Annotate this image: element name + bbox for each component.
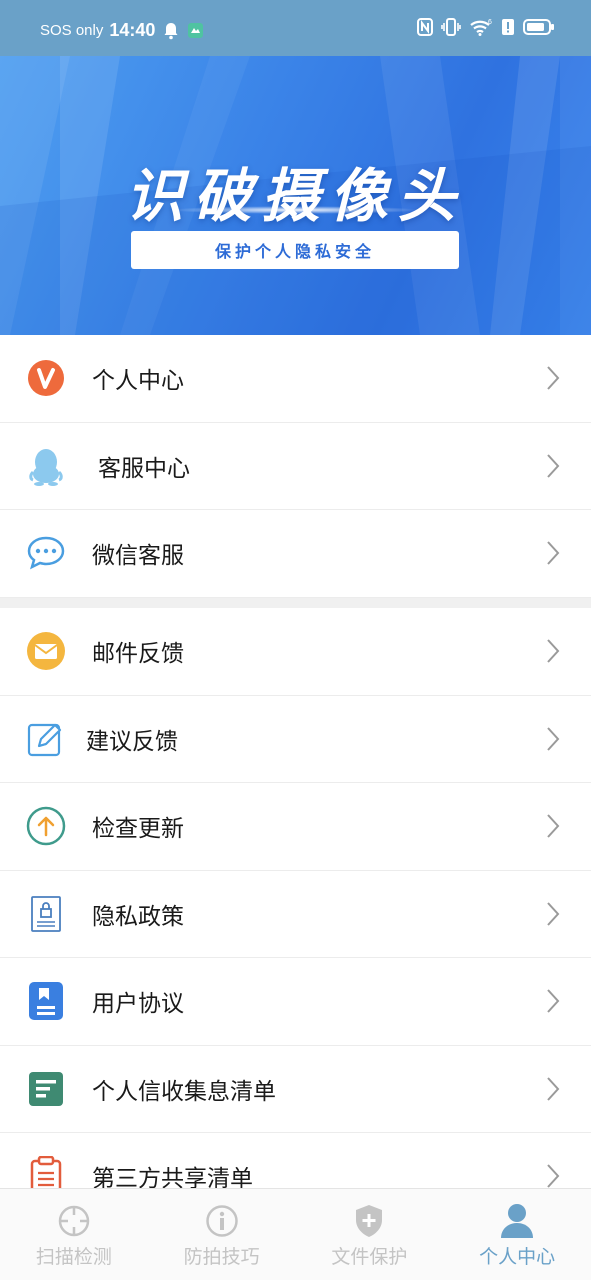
chevron-right-icon: [547, 1077, 560, 1101]
tab-label: 扫描检测: [35, 1246, 112, 1268]
chevron-right-icon: [547, 541, 560, 565]
chevron-right-icon: [547, 366, 560, 390]
alert-icon: [501, 18, 515, 36]
menu-item-label: 个人信收集息清单: [92, 1078, 276, 1105]
menu-item-personal-center[interactable]: 个人中心: [0, 335, 591, 423]
menu-item-wechat-service[interactable]: 微信客服: [0, 510, 591, 598]
app-notification-icon: [187, 22, 204, 39]
header-banner: 识破摄像头 保护个人隐私安全: [0, 56, 591, 335]
tab-personal-center[interactable]: 个人中心: [443, 1189, 591, 1280]
menu-item-personal-info-list[interactable]: 个人信收集息清单: [0, 1046, 591, 1133]
carrier-text: SOS only: [40, 22, 104, 39]
chevron-right-icon: [547, 1164, 560, 1188]
menu-item-check-update[interactable]: 检查更新: [0, 783, 591, 871]
nfc-icon: [417, 18, 433, 36]
chevron-right-icon: [547, 727, 560, 751]
status-bar: SOS only 14:40 6: [0, 0, 591, 56]
menu-item-label: 用户协议: [92, 991, 184, 1018]
menu-item-customer-service[interactable]: 客服中心: [0, 423, 591, 510]
battery-icon: [523, 18, 555, 36]
v-badge-icon: [26, 358, 66, 398]
tab-file-protection[interactable]: 文件保护: [296, 1189, 444, 1280]
penguin-icon: [26, 446, 66, 486]
shield-icon: [351, 1204, 387, 1238]
menu-item-user-agreement[interactable]: 用户协议: [0, 958, 591, 1046]
info-icon: [204, 1204, 240, 1238]
banner-glow: [170, 206, 420, 214]
edit-icon: [26, 719, 66, 759]
banner-subtitle: 保护个人隐私安全: [131, 231, 459, 269]
menu-item-email-feedback[interactable]: 邮件反馈: [0, 608, 591, 696]
chevron-right-icon: [547, 902, 560, 926]
crosshair-icon: [56, 1204, 92, 1238]
menu-item-label: 建议反馈: [86, 728, 178, 755]
list-document-icon: [26, 1069, 66, 1109]
chat-bubble-icon: [26, 533, 66, 573]
tab-anti-shoot-tips[interactable]: 防拍技巧: [148, 1189, 296, 1280]
wifi-icon: 6: [469, 18, 493, 36]
menu-item-label: 隐私政策: [92, 903, 184, 930]
menu-item-label: 邮件反馈: [92, 641, 184, 668]
clock: 14:40: [109, 20, 156, 40]
person-icon: [499, 1204, 535, 1238]
bottom-nav: 扫描检测 防拍技巧 文件保护 个人中心: [0, 1188, 591, 1280]
menu-group-account: 个人中心 客服中心 微信客服: [0, 335, 591, 598]
chevron-right-icon: [547, 639, 560, 663]
upload-arrow-icon: [26, 806, 66, 846]
svg-text:6: 6: [488, 19, 492, 26]
menu-item-label: 客服中心: [98, 455, 190, 482]
menu-item-privacy-policy[interactable]: 隐私政策: [0, 871, 591, 958]
mail-icon: [26, 631, 66, 671]
chevron-right-icon: [547, 989, 560, 1013]
section-divider: [0, 598, 591, 608]
bell-icon: [163, 22, 179, 40]
tab-scan-detect[interactable]: 扫描检测: [0, 1189, 148, 1280]
menu-item-label: 个人中心: [92, 368, 184, 395]
menu-item-label: 检查更新: [92, 816, 184, 843]
user-agreement-icon: [26, 981, 66, 1021]
lock-document-icon: [26, 894, 66, 934]
menu-item-label: 微信客服: [92, 543, 184, 570]
banner-title: 识破摄像头: [125, 162, 466, 230]
chevron-right-icon: [547, 454, 560, 478]
chevron-right-icon: [547, 814, 560, 838]
menu-item-suggestion-feedback[interactable]: 建议反馈: [0, 696, 591, 783]
tab-label: 文件保护: [331, 1246, 408, 1268]
menu-group-support: 邮件反馈 建议反馈 检查更新 隐私政策 用户协议 个人信收集息清单 第三方共享清…: [0, 608, 591, 1221]
tab-label: 防拍技巧: [183, 1246, 260, 1268]
tab-label: 个人中心: [479, 1246, 556, 1268]
vibrate-icon: [441, 18, 461, 36]
